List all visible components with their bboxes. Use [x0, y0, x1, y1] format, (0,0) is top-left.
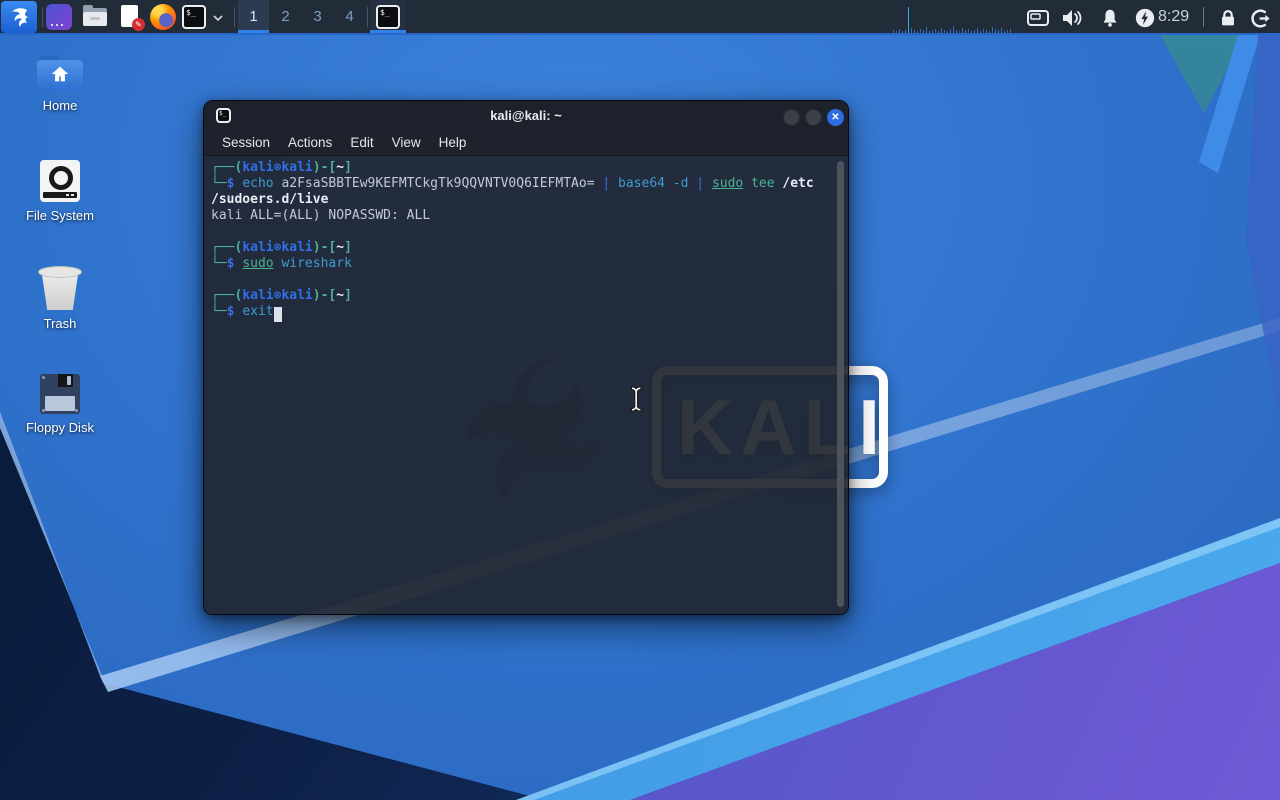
panel-separator: [367, 7, 368, 27]
hard-drive-icon: [40, 160, 80, 202]
menu-session[interactable]: Session: [214, 133, 278, 152]
menu-actions[interactable]: Actions: [280, 133, 340, 152]
terminal-launcher[interactable]: $_: [182, 5, 206, 29]
icon-label: Floppy Disk: [12, 420, 108, 435]
clock[interactable]: 8:29: [1158, 0, 1189, 33]
power-manager-icon[interactable]: [1133, 6, 1157, 30]
close-button[interactable]: ✕: [827, 109, 844, 126]
menubar: Session Actions Edit View Help: [204, 130, 848, 156]
terminal-screen[interactable]: ┌──(kali⊛kali)-[~]└─$ echo a2FsaSBBTEw9K…: [204, 156, 848, 615]
window-title: kali@kali: ~: [204, 101, 848, 130]
display-tray-icon[interactable]: [1026, 6, 1050, 30]
desktop-icon-file-system[interactable]: File System: [12, 160, 108, 223]
desktop-icon-trash[interactable]: Trash: [12, 266, 108, 331]
maximize-button[interactable]: [805, 109, 822, 126]
volume-icon[interactable]: [1060, 6, 1084, 30]
panel-separator: [1203, 7, 1204, 27]
active-window-indicator: [370, 30, 406, 33]
menu-view[interactable]: View: [384, 133, 429, 152]
desktop-icon-home[interactable]: Home: [12, 56, 108, 113]
app-grid-launcher[interactable]: [46, 4, 72, 30]
app-grid-dots: [51, 24, 63, 26]
panel-separator: [234, 7, 235, 27]
workspace-2[interactable]: 2: [270, 0, 301, 33]
icon-label: Home: [12, 98, 108, 113]
terminal-lines: ┌──(kali⊛kali)-[~]└─$ echo a2FsaSBBTEw9K…: [211, 160, 832, 320]
workspace-3[interactable]: 3: [302, 0, 333, 33]
menu-help[interactable]: Help: [431, 133, 475, 152]
minimize-button[interactable]: [783, 109, 800, 126]
firefox-launcher[interactable]: [150, 4, 176, 30]
file-manager-launcher[interactable]: [82, 4, 108, 30]
panel-separator: [42, 7, 43, 27]
window-titlebar[interactable]: $_ kali@kali: ~ ✕: [204, 101, 848, 130]
workspace-4[interactable]: 4: [334, 0, 365, 33]
terminal-window: $_ kali@kali: ~ ✕ Session Actions Edit V…: [203, 100, 849, 615]
logout-icon[interactable]: [1248, 6, 1272, 30]
top-panel: ✎ $_ 1 2 3 4 $_: [0, 0, 1280, 35]
pencil-badge-icon: ✎: [132, 18, 145, 31]
scrollbar-thumb[interactable]: [837, 161, 844, 607]
cpu-graph[interactable]: [893, 3, 1023, 33]
trash-icon: [36, 266, 84, 310]
kali-dragon-icon: [6, 4, 32, 30]
icon-label: File System: [12, 208, 108, 223]
icon-label: Trash: [12, 316, 108, 331]
lock-icon[interactable]: [1216, 6, 1240, 30]
house-icon: [50, 65, 70, 83]
ibeam-cursor: [628, 384, 646, 414]
terminal-icon: $_: [376, 5, 400, 29]
text-editor-launcher[interactable]: ✎: [118, 4, 144, 30]
taskbar-terminal-window-button[interactable]: $_: [370, 0, 406, 33]
chevron-down-icon[interactable]: [212, 14, 224, 22]
scrollbar[interactable]: [837, 159, 844, 609]
menu-edit[interactable]: Edit: [342, 133, 381, 152]
floppy-disk-icon: [40, 374, 80, 414]
bell-icon[interactable]: [1098, 6, 1122, 30]
applications-menu-button[interactable]: [1, 1, 37, 33]
active-workspace-indicator: [238, 30, 269, 33]
desktop-icon-floppy-disk[interactable]: Floppy Disk: [12, 374, 108, 435]
workspace-1[interactable]: 1: [238, 0, 269, 33]
